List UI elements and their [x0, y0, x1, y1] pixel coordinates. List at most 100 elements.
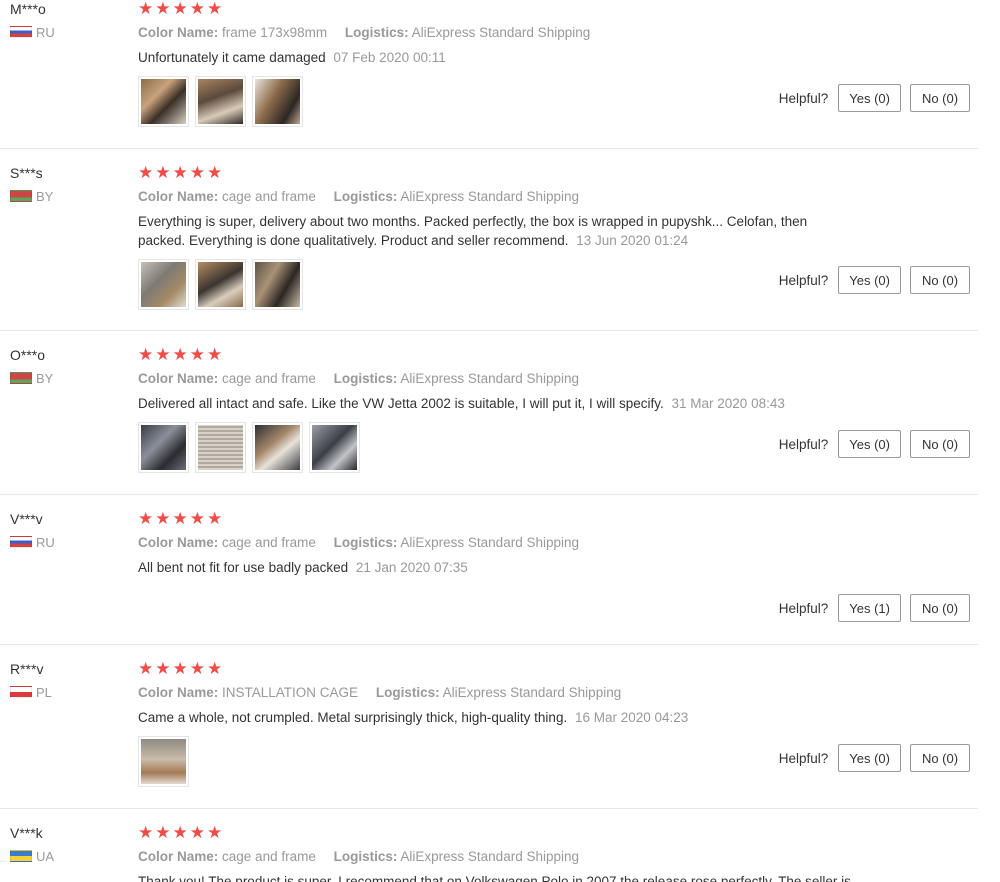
reviewer-name: M***o — [10, 1, 46, 17]
review-photo-thumbnail[interactable] — [138, 76, 189, 127]
logistics-label: Logistics: — [333, 849, 398, 864]
review-body: Unfortunately it came damaged — [138, 50, 326, 65]
review-body: Came a whole, not crumpled. Metal surpri… — [138, 710, 568, 725]
reviewer-name: V***k — [10, 825, 43, 841]
review-photo-thumbnail[interactable] — [252, 76, 303, 127]
star-rating: ★ ★ ★ ★ ★ — [138, 510, 978, 528]
helpful-no-button[interactable]: No (0) — [910, 744, 970, 772]
star-icon: ★ — [207, 163, 223, 182]
color-name-value: frame 173x98mm — [222, 25, 328, 40]
star-icon: ★ — [207, 345, 223, 364]
helpful-no-button[interactable]: No (0) — [910, 266, 970, 294]
star-icon: ★ — [207, 824, 223, 842]
helpful-label: Helpful? — [778, 90, 829, 106]
review-content: ★ ★ ★ ★ ★ Color Name: cage and frame Logisti… — [138, 510, 978, 577]
reviewer-country: RU — [10, 534, 130, 550]
star-icon: ★ — [155, 659, 171, 678]
helpful-yes-button[interactable]: Yes (0) — [838, 430, 901, 458]
helpful-yes-button[interactable]: Yes (0) — [838, 266, 901, 294]
star-icon: ★ — [207, 0, 223, 18]
review-item: V***v RU ★ ★ ★ ★ ★ Color Name: cage and fram… — [0, 510, 978, 645]
country-code: RU — [36, 24, 55, 40]
review-text: Everything is super, delivery about two … — [138, 212, 838, 250]
country-code: RU — [36, 534, 55, 550]
country-code: PL — [36, 684, 52, 700]
review-body: Everything is super, delivery about two … — [138, 214, 808, 248]
color-name-label: Color Name: — [138, 535, 219, 550]
helpful-votes: Helpful? Yes (1) No (0) — [779, 594, 970, 622]
review-meta: Color Name: cage and frame Logistics: Al… — [138, 848, 978, 866]
review-photo-thumbnail[interactable] — [138, 736, 189, 787]
star-icon: ★ — [189, 0, 205, 18]
reviewer-country: PL — [10, 684, 130, 700]
flag-icon — [10, 190, 32, 202]
country-code: BY — [36, 188, 54, 204]
helpful-no-button[interactable]: No (0) — [910, 594, 970, 622]
logistics-label: Logistics: — [344, 25, 409, 40]
reviewer-country: BY — [10, 370, 130, 386]
star-icon: ★ — [155, 824, 171, 842]
review-photo-thumbnail[interactable] — [309, 422, 360, 473]
flag-icon — [10, 372, 32, 384]
reviewer-info: M***o RU — [10, 0, 130, 40]
helpful-yes-button[interactable]: Yes (0) — [838, 744, 901, 772]
reviewer-country: BY — [10, 188, 130, 204]
review-item: R***v PL ★ ★ ★ ★ ★ Color Name: INSTALLATION … — [0, 660, 978, 809]
review-photo-thumbnail[interactable] — [195, 259, 246, 310]
review-date: 16 Mar 2020 04:23 — [574, 710, 689, 725]
star-icon: ★ — [207, 509, 223, 528]
review-body: Delivered all intact and safe. Like the … — [138, 396, 664, 411]
star-icon: ★ — [138, 163, 154, 182]
star-icon: ★ — [172, 824, 188, 842]
helpful-yes-button[interactable]: Yes (0) — [838, 84, 901, 112]
star-icon: ★ — [138, 345, 154, 364]
reviewer-name: S***s — [10, 165, 43, 181]
helpful-no-button[interactable]: No (0) — [910, 84, 970, 112]
logistics-value: AliExpress Standard Shipping — [400, 535, 579, 550]
helpful-label: Helpful? — [778, 750, 829, 766]
flag-icon — [10, 850, 32, 862]
logistics-value: AliExpress Standard Shipping — [400, 371, 579, 386]
helpful-votes: Helpful? Yes (0) No (0) — [779, 744, 970, 772]
color-name-label: Color Name: — [138, 685, 219, 700]
helpful-label: Helpful? — [778, 436, 829, 452]
review-item: M***o RU ★ ★ ★ ★ ★ Color Name: frame 173x98m… — [0, 0, 978, 149]
star-icon: ★ — [138, 659, 154, 678]
review-photo-thumbnail[interactable] — [138, 259, 189, 310]
flag-icon — [10, 536, 32, 548]
star-icon: ★ — [189, 509, 205, 528]
review-photo-thumbnail[interactable] — [138, 422, 189, 473]
review-meta: Color Name: frame 173x98mm Logistics: Al… — [138, 24, 978, 42]
star-icon: ★ — [138, 509, 154, 528]
country-code: BY — [36, 370, 54, 386]
reviewer-info: R***v PL — [10, 660, 130, 700]
color-name-value: cage and frame — [222, 371, 316, 386]
logistics-label: Logistics: — [333, 189, 398, 204]
review-photo-thumbnail[interactable] — [195, 422, 246, 473]
helpful-no-button[interactable]: No (0) — [910, 430, 970, 458]
reviewer-info: V***k UA — [10, 824, 130, 864]
review-text: Came a whole, not crumpled. Metal surpri… — [138, 708, 838, 727]
reviewer-info: O***o BY — [10, 346, 130, 386]
color-name-value: cage and frame — [222, 189, 316, 204]
review-meta: Color Name: INSTALLATION CAGE Logistics:… — [138, 684, 978, 702]
review-body: Thank you! The product is super. I recom… — [138, 874, 851, 882]
review-text: Thank you! The product is super. I recom… — [138, 872, 978, 882]
color-name-value: cage and frame — [222, 849, 316, 864]
review-meta: Color Name: cage and frame Logistics: Al… — [138, 534, 978, 552]
color-name-label: Color Name: — [138, 189, 219, 204]
helpful-votes: Helpful? Yes (0) No (0) — [779, 84, 970, 112]
star-rating: ★ ★ ★ ★ ★ — [138, 0, 978, 18]
star-rating: ★ ★ ★ ★ ★ — [138, 164, 978, 182]
star-icon: ★ — [172, 659, 188, 678]
reviewer-name: R***v — [10, 661, 44, 677]
review-photo-thumbnail[interactable] — [195, 76, 246, 127]
review-photo-thumbnail[interactable] — [252, 422, 303, 473]
logistics-value: AliExpress Standard Shipping — [411, 25, 591, 40]
review-photo-thumbnail[interactable] — [252, 259, 303, 310]
star-icon: ★ — [189, 163, 205, 182]
star-icon: ★ — [138, 824, 154, 842]
color-name-label: Color Name: — [138, 25, 219, 40]
helpful-yes-button[interactable]: Yes (1) — [838, 594, 901, 622]
logistics-value: AliExpress Standard Shipping — [400, 849, 579, 864]
